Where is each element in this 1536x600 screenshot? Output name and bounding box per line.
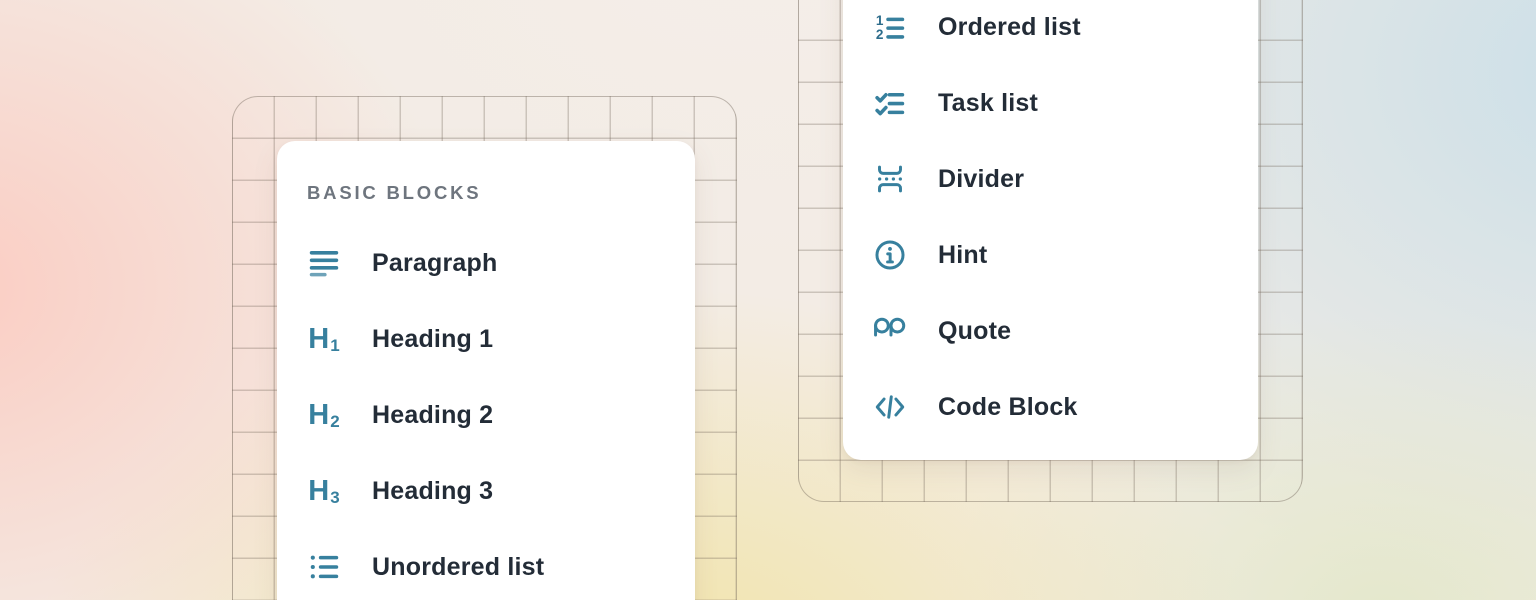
heading-letter: H — [308, 477, 329, 506]
menu-item-label: Code Block — [938, 393, 1078, 422]
unordered-list-icon — [307, 550, 341, 584]
heading-letter: H — [308, 401, 329, 430]
menu-item-unordered-list[interactable]: Unordered list — [307, 529, 671, 600]
menu-item-label: Heading 2 — [372, 401, 493, 430]
menu-item-label: Ordered list — [938, 13, 1081, 42]
menu-item-label: Hint — [938, 241, 987, 270]
ordered-list-icon: 1 2 — [873, 10, 907, 44]
heading-subscript: 1 — [330, 337, 339, 354]
svg-text:1: 1 — [876, 13, 884, 28]
basic-blocks-menu: BASIC BLOCKS Paragraph H1 Heading 1 H2 H… — [277, 141, 695, 600]
heading-subscript: 3 — [330, 489, 339, 506]
menu-item-code-block[interactable]: Code Block — [873, 369, 1234, 445]
menu-item-label: Task list — [938, 89, 1038, 118]
hint-icon — [873, 238, 907, 272]
menu-item-divider[interactable]: Divider — [873, 141, 1234, 217]
paragraph-icon — [307, 246, 341, 280]
quote-icon — [873, 314, 907, 348]
menu-item-label: Unordered list — [372, 553, 544, 582]
code-block-icon — [873, 390, 907, 424]
heading-letter: H — [308, 325, 329, 354]
menu-item-quote[interactable]: Quote — [873, 293, 1234, 369]
svg-text:2: 2 — [876, 27, 884, 42]
menu-item-label: Paragraph — [372, 249, 497, 278]
divider-icon — [873, 162, 907, 196]
hero-illustration: BASIC BLOCKS Paragraph H1 Heading 1 H2 H… — [0, 0, 1536, 600]
blocks-menu-continued: 1 2 Ordered list Task list — [843, 0, 1258, 460]
menu-item-label: Divider — [938, 165, 1024, 194]
heading-subscript: 2 — [330, 413, 339, 430]
menu-section-header: BASIC BLOCKS — [307, 177, 671, 209]
menu-item-task-list[interactable]: Task list — [873, 65, 1234, 141]
menu-item-paragraph[interactable]: Paragraph — [307, 225, 671, 301]
menu-item-heading-2[interactable]: H2 Heading 2 — [307, 377, 671, 453]
menu-item-label: Heading 3 — [372, 477, 493, 506]
menu-item-ordered-list[interactable]: 1 2 Ordered list — [873, 0, 1234, 65]
heading-3-icon: H3 — [307, 474, 341, 508]
menu-item-label: Quote — [938, 317, 1011, 346]
heading-2-icon: H2 — [307, 398, 341, 432]
task-list-icon — [873, 86, 907, 120]
heading-1-icon: H1 — [307, 322, 341, 356]
menu-item-heading-1[interactable]: H1 Heading 1 — [307, 301, 671, 377]
menu-item-hint[interactable]: Hint — [873, 217, 1234, 293]
menu-item-label: Heading 1 — [372, 325, 493, 354]
menu-item-heading-3[interactable]: H3 Heading 3 — [307, 453, 671, 529]
